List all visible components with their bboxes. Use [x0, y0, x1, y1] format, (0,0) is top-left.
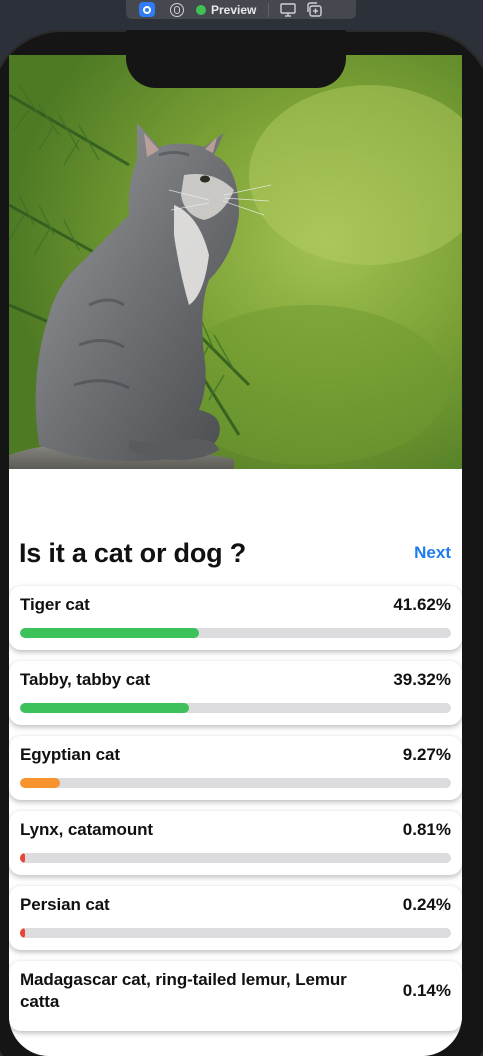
result-label: Persian cat	[20, 895, 110, 914]
result-label: Lynx, catamount	[20, 820, 153, 839]
confidence-bar-fill	[20, 703, 190, 713]
confidence-bar-fill	[20, 853, 26, 863]
result-row: Tabby, tabby cat 39.32%	[20, 670, 451, 690]
kitten-illustration	[9, 55, 462, 469]
duplicate-preview-button[interactable]	[301, 0, 327, 19]
selectable-icon	[170, 2, 184, 17]
device-settings-button[interactable]	[275, 0, 301, 19]
result-card: Madagascar cat, ring-tailed lemur, Lemur…	[9, 961, 462, 1031]
confidence-bar	[20, 778, 451, 788]
result-label: Tabby, tabby cat	[20, 670, 151, 689]
confidence-bar	[20, 628, 451, 638]
selectable-mode-button[interactable]	[162, 0, 192, 19]
device-settings-icon	[280, 2, 297, 17]
result-label: Egyptian cat	[20, 745, 120, 764]
result-card: Persian cat 0.24%	[9, 886, 462, 950]
result-percent: 0.81%	[402, 820, 451, 839]
next-button[interactable]: Next	[414, 543, 451, 563]
result-row: Lynx, catamount 0.81%	[20, 820, 451, 840]
result-card: Lynx, catamount 0.81%	[9, 811, 462, 875]
result-card: Tabby, tabby cat 39.32%	[9, 661, 462, 725]
result-percent: 0.14%	[402, 981, 451, 1000]
confidence-bar	[20, 703, 451, 713]
kitten-photo	[9, 55, 462, 469]
confidence-bar-fill	[20, 778, 60, 788]
confidence-bar	[20, 853, 451, 863]
result-row: Persian cat 0.24%	[20, 895, 451, 915]
preview-status[interactable]: Preview	[192, 3, 262, 17]
result-card: Tiger cat 41.62%	[9, 586, 462, 650]
result-percent: 9.27%	[402, 745, 451, 764]
confidence-bar-fill	[20, 928, 26, 938]
result-percent: 39.32%	[393, 670, 451, 689]
result-label: Madagascar cat, ring-tailed lemur, Lemur…	[20, 970, 347, 1011]
preview-toolbar: Preview	[126, 0, 356, 19]
confidence-bar	[20, 928, 451, 938]
phone-notch	[126, 30, 346, 88]
result-percent: 41.62%	[393, 595, 451, 614]
result-card: Egyptian cat 9.27%	[9, 736, 462, 800]
status-dot-icon	[196, 4, 206, 15]
result-row: Madagascar cat, ring-tailed lemur, Lemur…	[20, 969, 451, 1013]
result-row: Egyptian cat 9.27%	[20, 745, 451, 765]
toolbar-divider	[268, 2, 270, 17]
confidence-bar-fill	[20, 628, 200, 638]
app-screen: Is it a cat or dog ? Next Tiger cat 41.62…	[9, 55, 462, 1056]
result-percent: 0.24%	[402, 895, 451, 914]
duplicate-preview-icon	[307, 2, 323, 17]
screen-header: Is it a cat or dog ? Next	[9, 533, 462, 573]
page-title: Is it a cat or dog ?	[19, 537, 247, 568]
live-preview-icon	[139, 2, 155, 17]
preview-label: Preview	[211, 2, 257, 17]
live-preview-button[interactable]	[132, 0, 162, 19]
result-row: Tiger cat 41.62%	[20, 595, 451, 615]
result-label: Tiger cat	[20, 595, 90, 614]
